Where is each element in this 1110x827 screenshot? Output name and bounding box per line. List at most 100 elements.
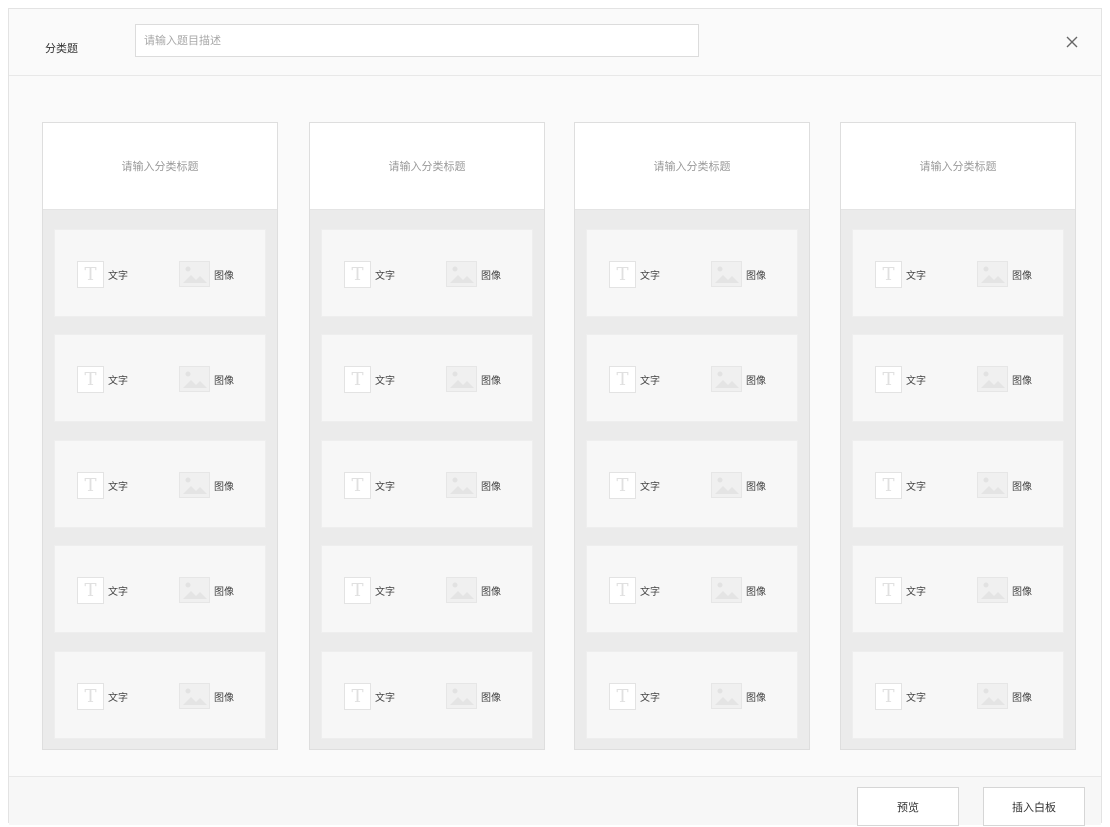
category-title-input[interactable]: 请输入分类标题 bbox=[310, 123, 544, 210]
category-column: 请输入分类标题 T 文字 图像 T 文字 图像 T 文字 图像 T 文字 图像 T 文字 图像 bbox=[574, 122, 810, 750]
add-image-button[interactable]: 图像 bbox=[179, 575, 234, 605]
text-icon: T bbox=[344, 471, 371, 499]
add-text-button[interactable]: T 文字 bbox=[875, 470, 926, 500]
text-option-label: 文字 bbox=[906, 481, 926, 493]
add-text-button[interactable]: T 文字 bbox=[875, 681, 926, 711]
text-option-label: 文字 bbox=[906, 375, 926, 387]
add-image-button[interactable]: 图像 bbox=[446, 575, 501, 605]
question-type-label: 分类题 bbox=[45, 42, 78, 55]
image-icon bbox=[446, 472, 477, 498]
add-text-button[interactable]: T 文字 bbox=[875, 575, 926, 605]
image-option-label: 图像 bbox=[1012, 270, 1032, 282]
image-option-label: 图像 bbox=[481, 481, 501, 493]
text-icon: T bbox=[77, 471, 104, 499]
image-option-label: 图像 bbox=[746, 586, 766, 598]
text-icon: T bbox=[77, 260, 104, 288]
image-icon bbox=[179, 683, 210, 709]
add-image-button[interactable]: 图像 bbox=[711, 575, 766, 605]
image-icon bbox=[711, 261, 742, 287]
image-option-label: 图像 bbox=[746, 481, 766, 493]
text-option-label: 文字 bbox=[640, 692, 660, 704]
add-text-button[interactable]: T 文字 bbox=[344, 470, 395, 500]
add-text-button[interactable]: T 文字 bbox=[77, 575, 128, 605]
text-icon: T bbox=[609, 576, 636, 604]
add-text-button[interactable]: T 文字 bbox=[609, 575, 660, 605]
add-text-button[interactable]: T 文字 bbox=[77, 364, 128, 394]
add-text-button[interactable]: T 文字 bbox=[344, 681, 395, 711]
image-icon bbox=[446, 683, 477, 709]
text-icon: T bbox=[609, 471, 636, 499]
answer-slot: T 文字 图像 bbox=[586, 440, 798, 528]
category-title-input[interactable]: 请输入分类标题 bbox=[43, 123, 277, 210]
add-image-button[interactable]: 图像 bbox=[179, 364, 234, 394]
answer-slot: T 文字 图像 bbox=[321, 651, 533, 739]
answer-slot: T 文字 图像 bbox=[54, 334, 266, 422]
text-icon: T bbox=[344, 365, 371, 393]
add-image-button[interactable]: 图像 bbox=[446, 259, 501, 289]
add-image-button[interactable]: 图像 bbox=[711, 681, 766, 711]
text-icon: T bbox=[344, 576, 371, 604]
close-button[interactable] bbox=[1061, 31, 1083, 53]
add-text-button[interactable]: T 文字 bbox=[77, 470, 128, 500]
category-title-input[interactable]: 请输入分类标题 bbox=[575, 123, 809, 210]
text-option-label: 文字 bbox=[375, 586, 395, 598]
text-option-label: 文字 bbox=[640, 270, 660, 282]
text-option-label: 文字 bbox=[375, 375, 395, 387]
answer-slot: T 文字 图像 bbox=[586, 545, 798, 633]
add-text-button[interactable]: T 文字 bbox=[344, 259, 395, 289]
add-image-button[interactable]: 图像 bbox=[179, 681, 234, 711]
dialog-footer: 预览 插入白板 bbox=[9, 776, 1101, 826]
image-icon bbox=[711, 472, 742, 498]
answer-slot: T 文字 图像 bbox=[852, 440, 1064, 528]
answer-slot: T 文字 图像 bbox=[54, 545, 266, 633]
text-icon: T bbox=[77, 576, 104, 604]
answer-slot: T 文字 图像 bbox=[54, 229, 266, 317]
text-icon: T bbox=[77, 682, 104, 710]
add-image-button[interactable]: 图像 bbox=[179, 259, 234, 289]
text-icon: T bbox=[875, 365, 902, 393]
add-image-button[interactable]: 图像 bbox=[711, 470, 766, 500]
category-title-input[interactable]: 请输入分类标题 bbox=[841, 123, 1075, 210]
text-icon: T bbox=[609, 260, 636, 288]
add-image-button[interactable]: 图像 bbox=[977, 364, 1032, 394]
text-icon: T bbox=[609, 365, 636, 393]
add-text-button[interactable]: T 文字 bbox=[609, 364, 660, 394]
answer-slot: T 文字 图像 bbox=[54, 651, 266, 739]
image-option-label: 图像 bbox=[481, 375, 501, 387]
add-image-button[interactable]: 图像 bbox=[446, 681, 501, 711]
add-image-button[interactable]: 图像 bbox=[446, 364, 501, 394]
image-option-label: 图像 bbox=[481, 692, 501, 704]
add-image-button[interactable]: 图像 bbox=[179, 470, 234, 500]
add-text-button[interactable]: T 文字 bbox=[609, 259, 660, 289]
question-description-input[interactable] bbox=[135, 24, 699, 57]
answer-slot: T 文字 图像 bbox=[852, 229, 1064, 317]
answer-slot: T 文字 图像 bbox=[321, 440, 533, 528]
add-image-button[interactable]: 图像 bbox=[446, 470, 501, 500]
text-icon: T bbox=[77, 365, 104, 393]
add-text-button[interactable]: T 文字 bbox=[344, 575, 395, 605]
add-text-button[interactable]: T 文字 bbox=[344, 364, 395, 394]
add-image-button[interactable]: 图像 bbox=[977, 470, 1032, 500]
preview-button[interactable]: 预览 bbox=[857, 787, 959, 826]
image-icon bbox=[446, 577, 477, 603]
add-image-button[interactable]: 图像 bbox=[711, 364, 766, 394]
add-image-button[interactable]: 图像 bbox=[977, 681, 1032, 711]
image-icon bbox=[179, 577, 210, 603]
add-text-button[interactable]: T 文字 bbox=[609, 470, 660, 500]
add-text-button[interactable]: T 文字 bbox=[77, 681, 128, 711]
image-icon bbox=[446, 366, 477, 392]
add-text-button[interactable]: T 文字 bbox=[77, 259, 128, 289]
text-option-label: 文字 bbox=[906, 586, 926, 598]
image-icon bbox=[179, 366, 210, 392]
add-text-button[interactable]: T 文字 bbox=[609, 681, 660, 711]
add-image-button[interactable]: 图像 bbox=[711, 259, 766, 289]
insert-whiteboard-button[interactable]: 插入白板 bbox=[983, 787, 1085, 826]
add-text-button[interactable]: T 文字 bbox=[875, 259, 926, 289]
text-option-label: 文字 bbox=[108, 270, 128, 282]
answer-slot: T 文字 图像 bbox=[852, 334, 1064, 422]
add-text-button[interactable]: T 文字 bbox=[875, 364, 926, 394]
add-image-button[interactable]: 图像 bbox=[977, 259, 1032, 289]
add-image-button[interactable]: 图像 bbox=[977, 575, 1032, 605]
image-option-label: 图像 bbox=[214, 375, 234, 387]
text-icon: T bbox=[875, 260, 902, 288]
